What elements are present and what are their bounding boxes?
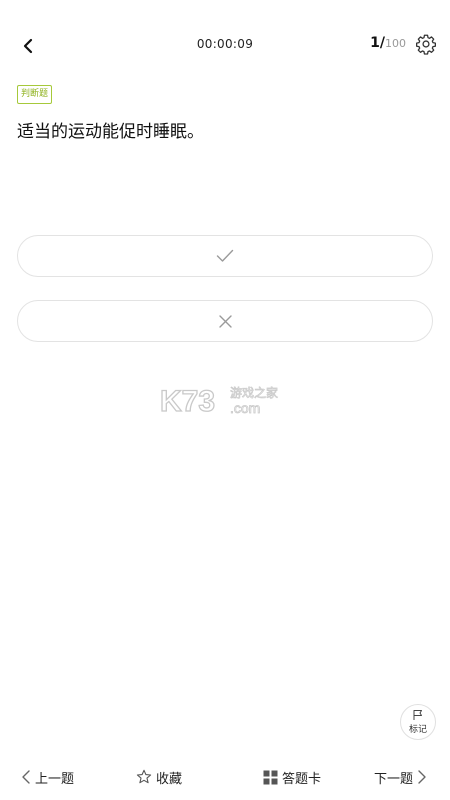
svg-text:游戏之家: 游戏之家 (230, 385, 278, 400)
answer-card-label: 答题卡 (282, 771, 322, 787)
question-type-badge: 判断题 (17, 85, 53, 104)
cross-icon (218, 314, 232, 328)
option-true-button[interactable] (17, 235, 433, 277)
chevron-left-icon (22, 770, 30, 784)
question-counter: 1/100 (370, 35, 406, 51)
option-false-button[interactable] (17, 300, 433, 342)
flag-icon (413, 710, 422, 720)
next-question-label: 下一题 (374, 771, 414, 787)
gear-icon (416, 34, 436, 55)
mark-button[interactable]: 标记 (400, 704, 436, 740)
top-bar: 00:00:09 1/100 (0, 0, 450, 90)
k73-watermark-logo: K73 游戏之家 .com (159, 383, 290, 419)
total-questions: 100 (385, 37, 406, 50)
mark-label: 标记 (408, 725, 427, 735)
check-icon (216, 249, 234, 262)
svg-text:.com: .com (230, 400, 260, 416)
favorite-button[interactable]: 收藏 (136, 767, 182, 787)
settings-button[interactable] (415, 33, 437, 55)
previous-question-label: 上一题 (35, 771, 75, 787)
k73-logo-icon: K73 游戏之家 .com (159, 384, 278, 418)
bottom-bar: 上一题 收藏 答题卡 下一题 (0, 755, 450, 800)
favorite-label: 收藏 (156, 771, 183, 787)
grid-icon (263, 770, 278, 784)
current-question-number: 1/ (370, 35, 385, 51)
next-question-button[interactable]: 下一题 (374, 767, 427, 787)
question-text: 适当的运动能促时睡眠。 (17, 122, 204, 142)
svg-text:K73: K73 (160, 385, 215, 418)
chevron-right-icon (418, 770, 426, 784)
star-icon (136, 769, 152, 784)
answer-card-button[interactable]: 答题卡 (263, 767, 321, 787)
previous-question-button[interactable]: 上一题 (21, 767, 74, 787)
